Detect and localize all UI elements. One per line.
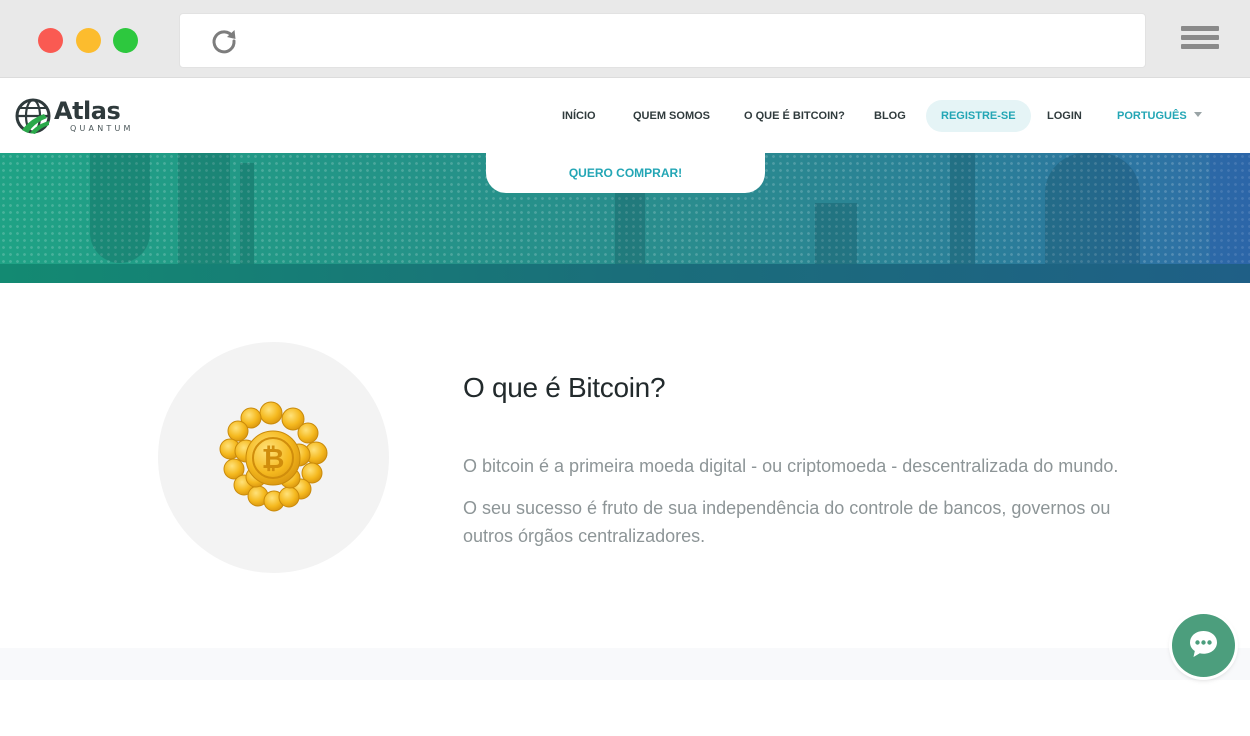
- description-paragraph-1: O bitcoin é a primeira moeda digital - o…: [463, 456, 1119, 476]
- description-paragraph-2: O seu sucesso é fruto de sua independênc…: [463, 498, 1111, 546]
- browser-chrome: [0, 0, 1250, 78]
- chevron-down-icon[interactable]: [1194, 112, 1202, 117]
- site-header: Atlas QUANTUM INÍCIO QUEM SOMOS O QUE É …: [0, 78, 1250, 153]
- atlas-logo[interactable]: Atlas QUANTUM: [14, 96, 134, 136]
- logo-name: Atlas: [54, 97, 121, 125]
- nav-registre-se-button[interactable]: REGISTRE-SE: [926, 100, 1031, 132]
- hero-banner: QUERO COMPRAR!: [0, 153, 1250, 283]
- window-minimize-button[interactable]: [76, 28, 101, 53]
- nav-blog[interactable]: BLOG: [874, 100, 906, 132]
- nav-o-que-e-bitcoin[interactable]: O QUE É BITCOIN?: [744, 100, 845, 132]
- chat-bubble-icon: [1190, 631, 1217, 657]
- window-maximize-button[interactable]: [113, 28, 138, 53]
- nav-inicio[interactable]: INÍCIO: [562, 100, 596, 132]
- svg-text:₿: ₿: [262, 442, 285, 475]
- quero-comprar-button[interactable]: QUERO COMPRAR!: [486, 153, 765, 193]
- reload-icon[interactable]: [210, 27, 238, 55]
- language-selector[interactable]: PORTUGUÊS: [1117, 100, 1187, 132]
- bitcoin-coins-icon: ₿: [219, 401, 328, 512]
- nav-login[interactable]: LOGIN: [1047, 100, 1082, 132]
- footer-strip: [0, 648, 1250, 680]
- globe-logo-icon: [15, 98, 51, 134]
- logo-subtitle: QUANTUM: [70, 124, 134, 133]
- section-title: O que é Bitcoin?: [463, 372, 666, 403]
- window-close-button[interactable]: [38, 28, 63, 53]
- chat-button[interactable]: [1172, 614, 1235, 677]
- address-bar[interactable]: [179, 13, 1146, 68]
- nav-quem-somos[interactable]: QUEM SOMOS: [633, 100, 710, 132]
- hero-bottom-band: [0, 264, 1250, 283]
- hamburger-menu-icon[interactable]: [1181, 26, 1219, 56]
